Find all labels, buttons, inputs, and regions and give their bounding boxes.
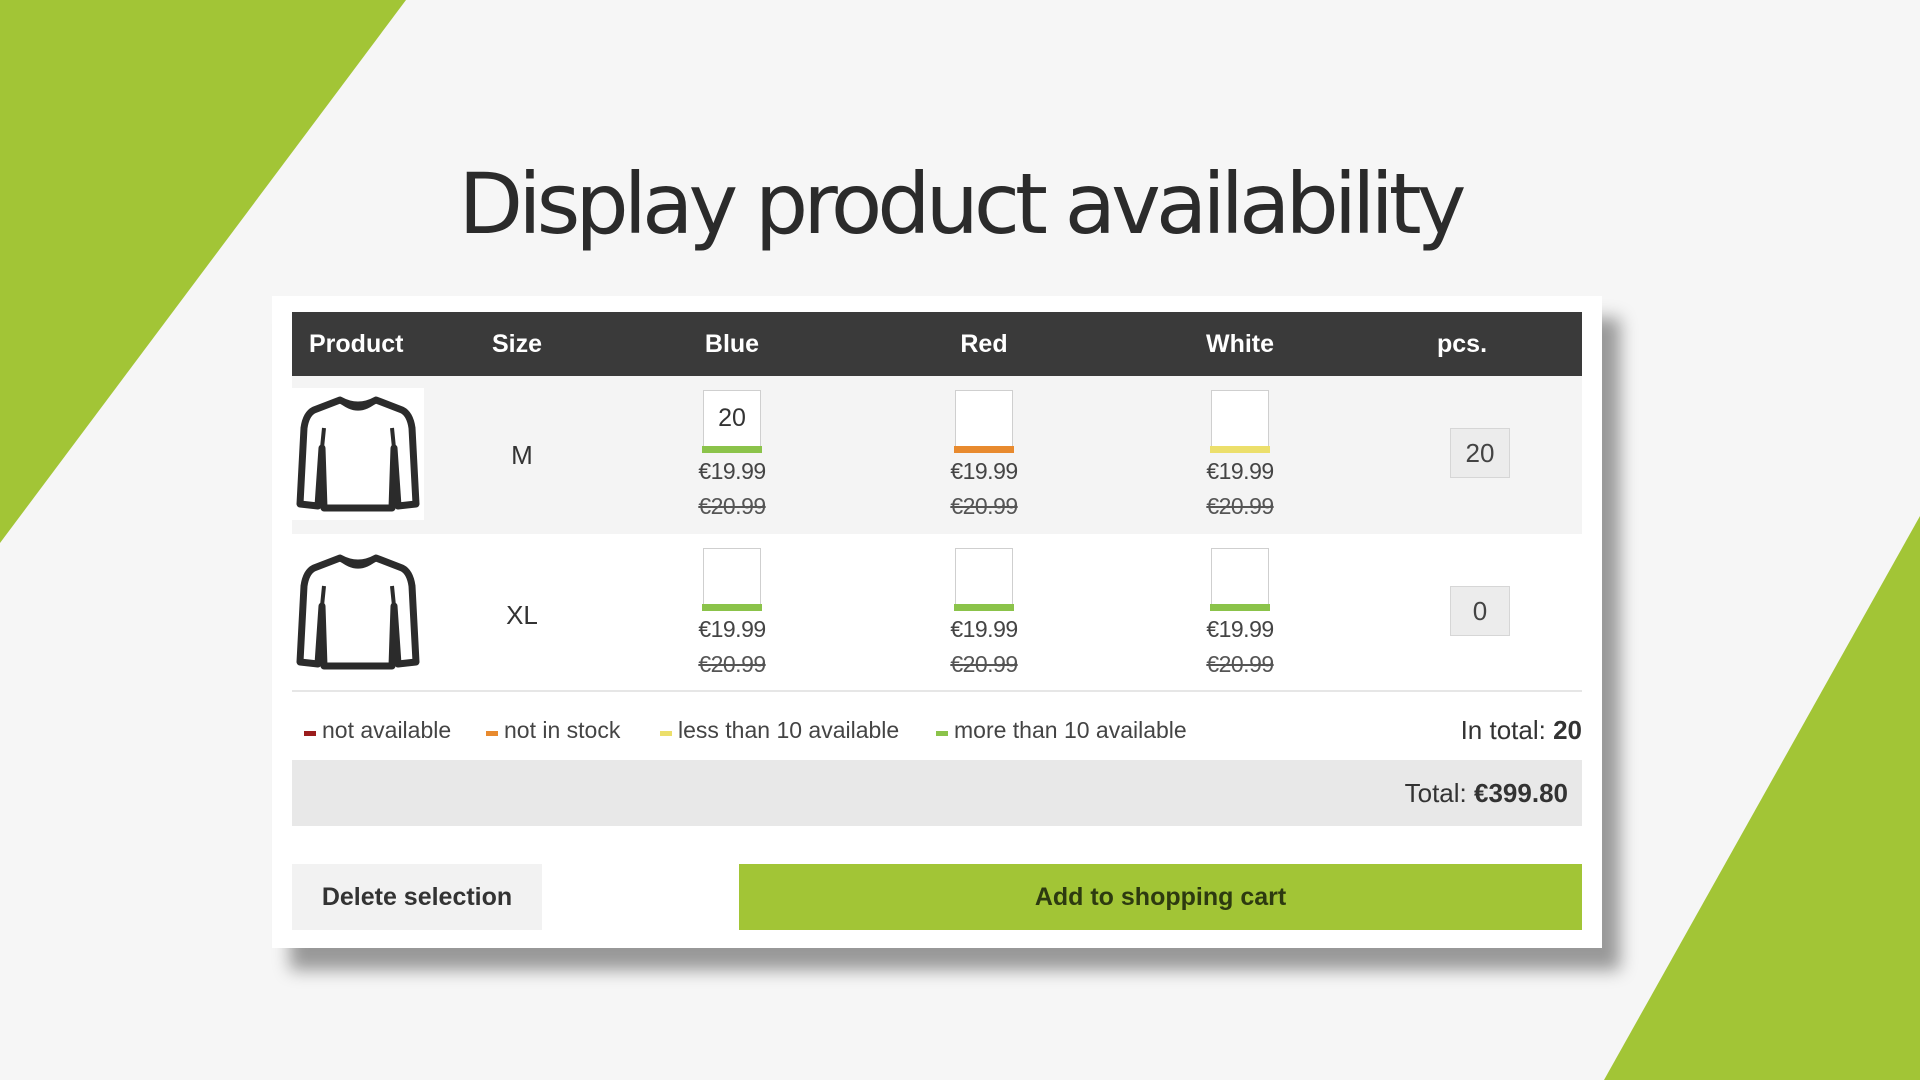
legend-swatch bbox=[660, 731, 672, 737]
size-label: XL bbox=[506, 600, 538, 630]
in-total-label: In total: bbox=[1460, 715, 1546, 745]
variant-cell-white: €19.99 €20.99 bbox=[1190, 548, 1290, 678]
header-product: Product bbox=[309, 330, 404, 358]
size-label: M bbox=[511, 440, 533, 470]
total-summary: Total: €399.80 bbox=[1405, 760, 1568, 826]
variant-cell-red: €19.99 €20.99 bbox=[934, 390, 1034, 520]
variant-cell-white: €19.99 €20.99 bbox=[1190, 390, 1290, 520]
price: €19.99 bbox=[1206, 458, 1274, 484]
total-value: €399.80 bbox=[1474, 778, 1568, 808]
availability-bar bbox=[1210, 446, 1270, 453]
product-matrix-card: Product Size Blue Red White pcs. M €19.9… bbox=[272, 296, 1602, 948]
availability-bar bbox=[702, 604, 762, 611]
total-label: Total: bbox=[1404, 778, 1467, 808]
quantity-input-blue[interactable] bbox=[703, 548, 761, 604]
header-white: White bbox=[1205, 330, 1275, 358]
header-pcs: pcs. bbox=[1436, 330, 1488, 358]
legend-swatch bbox=[936, 731, 948, 737]
in-total-summary: In total: 20 bbox=[1461, 710, 1582, 750]
legend-swatch bbox=[304, 731, 316, 737]
in-total-value: 20 bbox=[1553, 715, 1582, 745]
availability-bar bbox=[702, 446, 762, 453]
add-to-cart-button[interactable]: Add to shopping cart bbox=[739, 864, 1582, 930]
price: €19.99 bbox=[950, 616, 1018, 642]
variant-cell-blue: €19.99 €20.99 bbox=[682, 548, 782, 678]
old-price: €20.99 bbox=[950, 493, 1018, 519]
quantity-input-blue[interactable] bbox=[703, 390, 761, 446]
price: €19.99 bbox=[950, 458, 1018, 484]
old-price: €20.99 bbox=[1206, 651, 1274, 677]
right-green-triangle bbox=[1604, 516, 1920, 1080]
delete-selection-button[interactable]: Delete selection bbox=[292, 864, 542, 930]
legend-item: more than 10 available bbox=[936, 712, 1187, 748]
quantity-input-red[interactable] bbox=[955, 390, 1013, 446]
variant-cell-red: €19.99 €20.99 bbox=[934, 548, 1034, 678]
table-row: M €19.99 €20.99 €19.99 €20.99 €19.99 €20… bbox=[292, 376, 1582, 534]
legend-item: not in stock bbox=[486, 712, 620, 748]
quantity-input-white[interactable] bbox=[1211, 390, 1269, 446]
row-pieces-count: 20 bbox=[1450, 428, 1510, 478]
old-price: €20.99 bbox=[698, 651, 766, 677]
page-title: Display product availability bbox=[458, 155, 1467, 253]
legend-swatch bbox=[486, 731, 498, 737]
price: €19.99 bbox=[698, 458, 766, 484]
table-header: Product Size Blue Red White pcs. bbox=[292, 312, 1582, 376]
header-blue: Blue bbox=[704, 330, 760, 358]
row-pieces-count: 0 bbox=[1450, 586, 1510, 636]
long-sleeve-shirt-icon bbox=[292, 546, 424, 678]
old-price: €20.99 bbox=[950, 651, 1018, 677]
availability-bar bbox=[1210, 604, 1270, 611]
variant-cell-blue: €19.99 €20.99 bbox=[682, 390, 782, 520]
header-size: Size bbox=[492, 330, 543, 358]
availability-bar bbox=[954, 604, 1014, 611]
quantity-input-red[interactable] bbox=[955, 548, 1013, 604]
availability-bar bbox=[954, 446, 1014, 453]
header-red: Red bbox=[960, 330, 1008, 358]
price: €19.99 bbox=[1206, 616, 1274, 642]
total-bar: Total: €399.80 bbox=[292, 760, 1582, 826]
legend-item: not available bbox=[304, 712, 451, 748]
long-sleeve-shirt-icon bbox=[292, 388, 424, 520]
availability-legend: not available not in stock less than 10 … bbox=[304, 712, 1304, 748]
legend-item: less than 10 available bbox=[660, 712, 899, 748]
old-price: €20.99 bbox=[1206, 493, 1274, 519]
quantity-input-white[interactable] bbox=[1211, 548, 1269, 604]
price: €19.99 bbox=[698, 616, 766, 642]
table-row: XL €19.99 €20.99 €19.99 €20.99 €19.99 €2… bbox=[292, 534, 1582, 692]
old-price: €20.99 bbox=[698, 493, 766, 519]
